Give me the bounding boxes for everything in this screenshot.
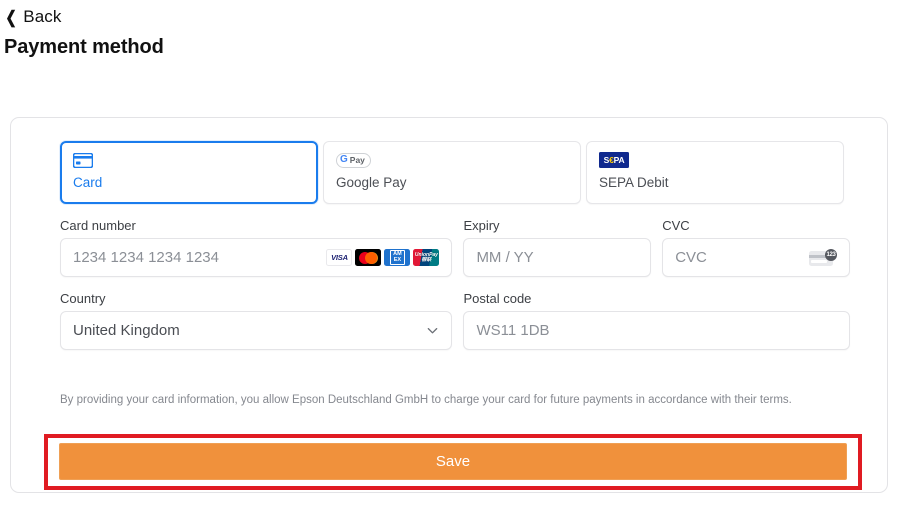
- cvc-digits: 123: [825, 248, 837, 261]
- cvc-label: CVC: [662, 218, 690, 233]
- card-number-placeholder: 1234 1234 1234 1234: [73, 249, 219, 266]
- field-card-number: Card number 1234 1234 1234 1234 VISA AM …: [60, 218, 453, 277]
- chevron-down-icon: [428, 327, 438, 334]
- cvc-input[interactable]: CVC 123: [662, 238, 850, 277]
- google-pay-text: Pay: [349, 154, 365, 165]
- expiry-input[interactable]: MM / YY: [463, 238, 652, 277]
- mastercard-icon: [355, 249, 382, 266]
- google-g-icon: G: [340, 154, 348, 165]
- unionpay-icon: UnionPay 银联: [413, 249, 440, 266]
- cvc-card-icon: 123: [809, 248, 837, 267]
- accepted-card-brands: VISA AM EX UnionPay 银联: [326, 249, 440, 266]
- save-button-label: Save: [435, 453, 471, 470]
- postal-code-placeholder: WS11 1DB: [476, 322, 550, 339]
- tab-sepa-debit-label: SEPA Debit: [599, 175, 669, 190]
- cvc-placeholder: CVC: [675, 249, 707, 266]
- payment-method-tabs: Card G Pay Google Pay S € PA SEPA Debit: [60, 141, 844, 204]
- card-fields: Card number 1234 1234 1234 1234 VISA AM …: [60, 218, 850, 350]
- google-pay-logo: G Pay: [336, 151, 569, 169]
- tab-sepa-debit[interactable]: S € PA SEPA Debit: [586, 141, 844, 204]
- field-country: Country United Kingdom: [60, 291, 453, 350]
- chevron-left-icon: ❮: [5, 7, 17, 27]
- sepa-pa: PA: [613, 155, 625, 165]
- country-label: Country: [60, 291, 106, 306]
- payment-form-container: Card G Pay Google Pay S€PA SEPA Debit: [10, 117, 888, 493]
- card-disclaimer-text: By providing your card information, you …: [60, 394, 792, 406]
- visa-icon: VISA: [326, 249, 353, 266]
- back-button[interactable]: ❮ Back: [4, 7, 61, 27]
- expiry-label: Expiry: [463, 218, 500, 233]
- amex-icon: AM EX: [384, 249, 411, 266]
- postal-code-input[interactable]: WS11 1DB: [463, 311, 850, 350]
- postal-code-label: Postal code: [463, 291, 532, 306]
- tab-card[interactable]: Card: [60, 141, 318, 204]
- card-number-label: Card number: [60, 218, 136, 233]
- country-select[interactable]: United Kingdom: [60, 311, 453, 350]
- expiry-placeholder: MM / YY: [476, 249, 534, 266]
- save-button[interactable]: Save: [59, 443, 847, 480]
- tab-card-label: Card: [73, 175, 103, 190]
- credit-card-icon: [73, 151, 306, 169]
- tab-google-pay-label: Google Pay: [336, 175, 407, 190]
- field-postal-code: Postal code WS11 1DB: [463, 291, 850, 350]
- tab-google-pay[interactable]: G Pay Google Pay: [323, 141, 581, 204]
- field-expiry: Expiry MM / YY: [463, 218, 652, 277]
- country-value: United Kingdom: [73, 322, 180, 339]
- field-cvc: CVC CVC 123: [662, 218, 850, 277]
- page-title: Payment method: [4, 36, 164, 58]
- sepa-logo: S € PA: [599, 151, 832, 169]
- card-number-input[interactable]: 1234 1234 1234 1234 VISA AM EX UnionPay …: [60, 238, 453, 277]
- back-label: Back: [23, 7, 62, 26]
